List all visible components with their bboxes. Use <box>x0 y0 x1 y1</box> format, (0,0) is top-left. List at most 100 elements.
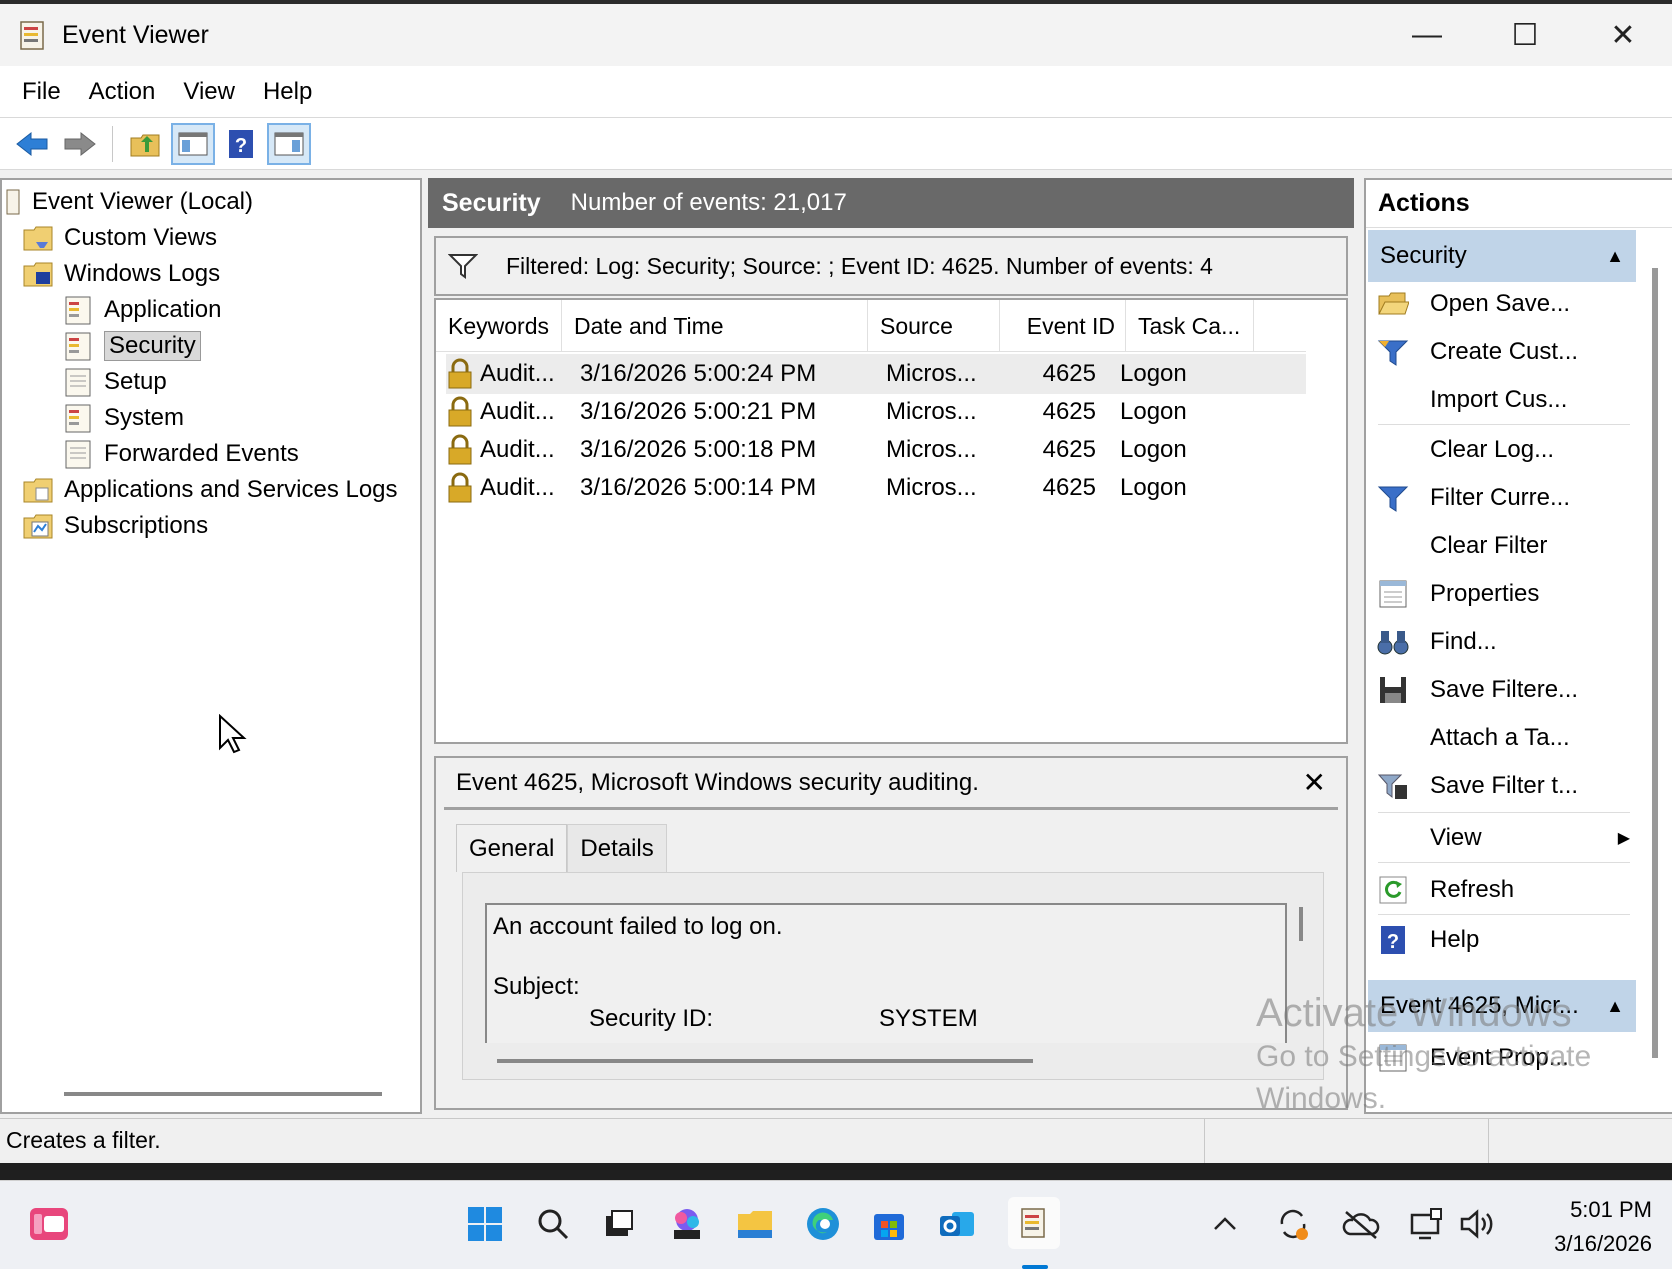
filter-bar: Filtered: Log: Security; Source: ; Event… <box>434 236 1348 296</box>
copilot-icon <box>674 1209 700 1239</box>
task-view-button[interactable] <box>596 1201 642 1247</box>
search-button[interactable] <box>530 1201 576 1247</box>
action-event-properties[interactable]: Event Prop... <box>1376 1036 1630 1080</box>
horizontal-scrollbar[interactable] <box>497 1059 1033 1063</box>
speaker-icon <box>1460 1209 1493 1239</box>
tree-item-subscriptions[interactable]: Subscriptions <box>22 508 208 544</box>
cell-date: 3/16/2026 5:00:14 PM <box>580 474 817 501</box>
menu-bar: File Action View Help <box>0 66 1672 118</box>
copilot-app-button[interactable] <box>664 1201 710 1247</box>
menu-file[interactable]: File <box>12 78 79 106</box>
column-date-and-time[interactable]: Date and Time <box>562 300 868 352</box>
action-properties[interactable]: Properties <box>1376 572 1630 616</box>
vertical-scrollbar[interactable] <box>1652 268 1658 1058</box>
tree-item-event-viewer-local[interactable]: Event Viewer (Local) <box>6 184 253 220</box>
create-filter-icon <box>1376 335 1410 369</box>
tree-item-system[interactable]: System <box>62 400 184 436</box>
help-toolbar-button[interactable]: ? <box>219 123 263 165</box>
action-attach-task[interactable]: Attach a Ta... <box>1376 716 1630 760</box>
action-refresh[interactable]: Refresh <box>1376 868 1630 912</box>
outlook-button[interactable] <box>934 1201 980 1247</box>
help-icon: ? <box>1376 923 1410 957</box>
collapse-up-icon: ▲ <box>1606 995 1624 1016</box>
action-label: View <box>1430 824 1482 851</box>
store-button[interactable] <box>866 1201 912 1247</box>
file-explorer-button[interactable] <box>732 1201 778 1247</box>
action-label: Event Prop... <box>1430 1044 1569 1071</box>
forward-button[interactable] <box>58 123 102 165</box>
tree-item-windows-logs[interactable]: Windows Logs <box>22 256 220 292</box>
close-button[interactable]: ✕ <box>1574 4 1672 66</box>
action-label: Create Cust... <box>1430 338 1579 365</box>
cell-source: Micros... <box>886 360 977 387</box>
column-keywords[interactable]: Keywords <box>436 300 562 352</box>
event-log-icon <box>65 332 91 361</box>
menu-view[interactable]: View <box>173 78 253 106</box>
up-one-level-button[interactable] <box>123 123 167 165</box>
action-open-saved-log[interactable]: Open Save... <box>1376 282 1630 326</box>
cell-event-id: 4625 <box>1042 474 1096 501</box>
action-save-filtered-log[interactable]: Save Filtere... <box>1376 668 1630 712</box>
open-folder-icon <box>1376 287 1410 321</box>
cloud-off-icon <box>1342 1211 1380 1239</box>
widgets-button[interactable] <box>26 1201 72 1247</box>
table-row[interactable]: Audit... 3/16/2026 5:00:14 PM Micros... … <box>446 468 1196 508</box>
menu-action[interactable]: Action <box>79 78 174 106</box>
tree-item-custom-views[interactable]: Custom Views <box>22 220 217 256</box>
system-clock[interactable]: 5:01 PM 3/16/2026 <box>1554 1193 1652 1261</box>
status-text: Creates a filter. <box>6 1127 161 1153</box>
network-button[interactable] <box>1404 1201 1450 1247</box>
horizontal-scrollbar[interactable] <box>64 1092 382 1096</box>
back-button[interactable] <box>10 123 54 165</box>
detail-tabs: General Details <box>456 824 667 872</box>
tree-item-security[interactable]: Security <box>62 328 201 364</box>
sync-status-button[interactable] <box>1270 1201 1316 1247</box>
action-clear-filter[interactable]: Clear Filter <box>1376 524 1630 568</box>
volume-button[interactable] <box>1454 1201 1500 1247</box>
table-row[interactable]: Audit... 3/16/2026 5:00:18 PM Micros... … <box>446 430 1196 470</box>
show-hidden-icons-button[interactable] <box>1202 1201 1248 1247</box>
actions-section-event[interactable]: Event 4625, Micr... ▲ <box>1368 980 1636 1032</box>
action-filter-current-log[interactable]: Filter Curre... <box>1376 476 1630 520</box>
edge-browser-button[interactable] <box>800 1201 846 1247</box>
column-task-category[interactable]: Task Ca... <box>1126 300 1254 352</box>
action-view-submenu[interactable]: View ▶ <box>1376 816 1630 860</box>
action-find[interactable]: Find... <box>1376 620 1630 664</box>
tab-details[interactable]: Details <box>567 824 667 872</box>
maximize-button[interactable]: ☐ <box>1476 4 1574 66</box>
tree-item-forwarded-events[interactable]: Forwarded Events <box>62 436 299 472</box>
submenu-arrow-icon: ▶ <box>1617 830 1630 847</box>
column-event-id[interactable]: Event ID <box>1000 300 1126 352</box>
clock-time: 5:01 PM <box>1570 1197 1652 1222</box>
action-label: Refresh <box>1430 876 1515 903</box>
show-hide-action-pane-button[interactable] <box>267 122 311 165</box>
action-save-filter-to-custom-view[interactable]: Save Filter t... <box>1376 764 1630 808</box>
detail-close-button[interactable]: ✕ <box>1303 766 1326 799</box>
tab-general[interactable]: General <box>456 824 568 872</box>
menu-help[interactable]: Help <box>253 78 330 106</box>
start-button[interactable] <box>462 1201 508 1247</box>
event-description[interactable]: An account failed to log on. Subject: Se… <box>485 903 1287 1043</box>
cell-date: 3/16/2026 5:00:24 PM <box>580 360 817 387</box>
tree-item-applications-and-services-logs[interactable]: Applications and Services Logs <box>22 472 398 508</box>
action-help[interactable]: ? Help <box>1376 918 1630 962</box>
filter-description: Filtered: Log: Security; Source: ; Event… <box>506 252 1213 279</box>
vertical-scrollbar[interactable] <box>1299 907 1303 941</box>
event-viewer-taskbar-button[interactable] <box>1008 1197 1060 1249</box>
tree-item-application[interactable]: Application <box>62 292 221 328</box>
show-hide-console-tree-button[interactable] <box>171 122 215 165</box>
up-folder-icon <box>130 134 160 156</box>
action-label: Save Filter t... <box>1430 772 1579 799</box>
onedrive-status-button[interactable] <box>1338 1201 1384 1247</box>
action-import-custom-view[interactable]: Import Cus... <box>1376 378 1630 422</box>
tree-item-setup[interactable]: Setup <box>62 364 167 400</box>
action-clear-log[interactable]: Clear Log... <box>1376 428 1630 472</box>
help-icon: ? <box>229 129 253 158</box>
action-create-custom-view[interactable]: Create Cust... <box>1376 330 1630 374</box>
column-source[interactable]: Source <box>868 300 1000 352</box>
table-row[interactable]: Audit... 3/16/2026 5:00:21 PM Micros... … <box>446 392 1196 432</box>
minimize-button[interactable]: — <box>1378 4 1476 66</box>
taskbar: 5:01 PM 3/16/2026 <box>0 1180 1672 1269</box>
actions-section-security[interactable]: Security ▲ <box>1368 230 1636 282</box>
table-row[interactable]: Audit... 3/16/2026 5:00:24 PM Micros... … <box>446 354 1306 394</box>
